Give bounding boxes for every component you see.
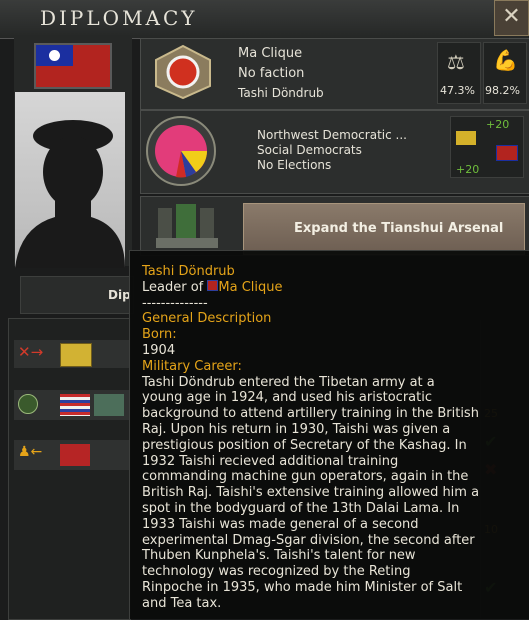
tooltip-flag-icon <box>207 279 219 291</box>
red-flag-icon <box>60 444 90 466</box>
flag-sun-icon <box>49 50 60 61</box>
person-arrow-icon: ♟← <box>18 444 43 460</box>
tooltip-bio-line: Tashi Döndrub entered the Tibetan army a… <box>142 374 435 390</box>
tooltip-leader-of: Leader of Ma Clique <box>130 279 529 296</box>
tooltip-bio-line: background to attend artillery training … <box>142 406 479 422</box>
leader-tooltip: Tashi Döndrub Leader of Ma Clique ------… <box>129 250 529 619</box>
tooltip-bio-line: 1932 Taishi recieved additional training <box>142 453 399 469</box>
ideology-pie-chart[interactable] <box>146 116 216 186</box>
country-flag[interactable] <box>34 43 112 89</box>
war-support-value: 98.2% <box>485 84 520 97</box>
faction-name: No faction <box>238 66 305 81</box>
war-support-arm-icon: 💪 <box>493 48 518 72</box>
opinion-bottom: +20 <box>456 163 480 176</box>
stability-scale-icon: ⚖ <box>447 50 465 74</box>
opinion-top: +20 <box>486 118 510 131</box>
cancel-arrow-icon: ✕→ <box>18 343 44 361</box>
tooltip-career-label: Military Career: <box>142 358 242 374</box>
tooltip-bio-line: Thuben Kunphela's. Taishi's talent for n… <box>142 548 416 564</box>
tooltip-bio-line: and Tea tax. <box>142 595 222 611</box>
decision-label: Expand the Tianshui Arsenal <box>294 221 504 236</box>
leader-portrait[interactable] <box>15 92 125 268</box>
tooltip-bio-line: Raj. Upon his return in 1930, Taishi was… <box>142 421 451 437</box>
election-status: No Elections <box>257 158 332 172</box>
tooltip-leader-country: Ma Clique <box>218 279 283 295</box>
ruling-ideology: Social Democrats <box>257 143 362 157</box>
tooltip-born-value: 1904 <box>142 342 176 358</box>
left-tab-label: Dip <box>108 288 131 302</box>
tooltip-born-label: Born: <box>142 327 177 343</box>
tooltip-separator: -------------- <box>142 295 208 311</box>
tooltip-bio-line: Rinpoche in 1935, who made him Minister … <box>142 579 463 595</box>
stability-value: 47.3% <box>440 84 475 97</box>
round-flag-icon <box>94 394 124 416</box>
country-name: Ma Clique <box>238 46 303 61</box>
own-flag-icon <box>496 145 518 161</box>
close-button[interactable]: ✕ <box>494 0 529 36</box>
tooltip-general-heading: General Description <box>142 311 272 327</box>
window-title: Diplomacy <box>40 6 198 30</box>
info-circle-icon <box>18 394 38 414</box>
faction-emblem-icon[interactable] <box>152 44 214 100</box>
factory-icon <box>152 200 222 250</box>
silhouette-icon <box>15 120 125 268</box>
tooltip-bio-line: 1933 Taishi was made general of a second <box>142 516 419 532</box>
tooltip-bio-line: prestigious position of Secretary of the… <box>142 437 467 453</box>
ruling-party: Northwest Democratic ... <box>257 128 407 142</box>
tooltip-bio-line: commanding machine gun operators, again … <box>142 469 469 485</box>
tooltip-bio-line: British Raj. Taishi's extensive training… <box>142 485 480 501</box>
tooltip-leader-name: Tashi Döndrub <box>142 264 235 279</box>
other-flag-icon <box>456 131 476 145</box>
dragon-flag-icon <box>60 343 92 367</box>
tooltip-biography: Tashi Döndrub entered the Tibetan army a… <box>130 375 529 612</box>
tooltip-bio-line: young age in 1924, and used his aristocr… <box>142 390 432 406</box>
tooltip-bio-line: spot in the bodyguard of the 13th Dalai … <box>142 500 460 516</box>
tooltip-bio-line: experimental Dmag-Sgar division, the sec… <box>142 532 475 548</box>
leader-name: Tashi Döndrub <box>238 86 324 100</box>
striped-flag-icon <box>60 394 90 416</box>
tooltip-bio-line: technology was recognized by the Reting <box>142 564 411 580</box>
tooltip-leader-prefix: Leader of <box>142 279 204 295</box>
